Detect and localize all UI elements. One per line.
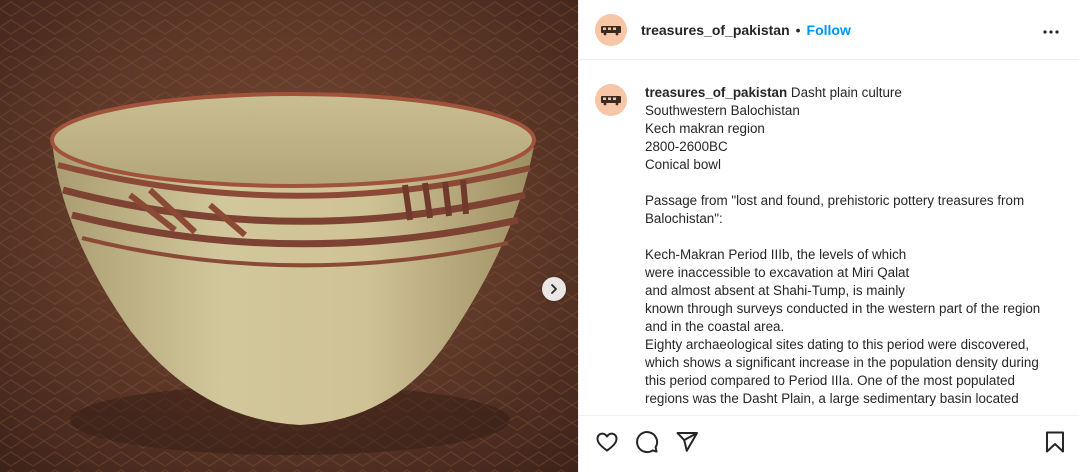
caption-line: and in the coastal area. [645,319,785,334]
caption: treasures_of_pakistan Dasht plain cultur… [595,84,1063,408]
caption-line: Conical bowl [645,157,721,172]
caption-line: and almost absent at Shahi-Tump, is main… [645,283,905,298]
caption-line [645,174,1040,192]
caption-line: Eighty archaeological sites dating to th… [645,337,1030,352]
post-header: treasures_of_pakistan • Follow [579,0,1079,60]
comment-button[interactable] [635,430,659,454]
more-options-icon [1043,29,1059,34]
avatar[interactable] [595,13,627,46]
more-options-button[interactable] [1043,21,1059,39]
caption-text: treasures_of_pakistan Dasht plain cultur… [645,84,1040,408]
post-media[interactable] [0,0,578,472]
post-photo [0,0,578,472]
save-button[interactable] [1043,430,1067,454]
comment-icon [636,431,659,454]
caption-username[interactable]: treasures_of_pakistan [645,85,787,100]
separator-dot: • [795,21,801,38]
share-icon [676,432,698,452]
caption-line: 2800-2600BC [645,139,728,154]
chevron-right-icon [551,284,557,294]
follow-button[interactable]: Follow [807,22,851,38]
action-bar [579,415,1079,472]
next-image-button[interactable] [542,277,566,301]
share-button[interactable] [675,430,699,454]
caption-line: Kech makran region [645,121,765,136]
caption-line: Southwestern Balochistan [645,103,800,118]
bus-logo-icon [601,25,621,35]
caption-line [645,228,1040,246]
caption-body: Southwestern Balochistan Kech makran regi… [645,102,1040,408]
like-button[interactable] [595,430,619,454]
caption-line: were inaccessible to excavation at Miri … [645,265,910,280]
caption-line: Passage from "lost and found, prehistori… [645,193,1025,208]
instagram-post: treasures_of_pakistan • Follow treasures… [0,0,1079,472]
caption-line: this period compared to Period IIIa. One… [645,373,1015,388]
caption-avatar[interactable] [595,84,627,116]
post-sidebar: treasures_of_pakistan • Follow treasures… [578,0,1079,472]
bus-logo-icon [601,96,621,106]
bookmark-icon [1046,431,1064,453]
caption-line: Kech-Makran Period IIIb, the levels of w… [645,247,907,262]
caption-line: known through surveys conducted in the w… [645,301,1041,316]
caption-first-line: treasures_of_pakistan Dasht plain cultur… [645,84,1040,102]
caption-line: regions was the Dasht Plain, a large sed… [645,391,1019,406]
caption-title: Dasht plain culture [790,85,902,100]
caption-line: which shows a significant increase in th… [645,355,1039,370]
heart-icon [596,432,618,452]
header-username[interactable]: treasures_of_pakistan [641,22,790,38]
caption-line: Balochistan": [645,211,723,226]
comments-section[interactable]: treasures_of_pakistan Dasht plain cultur… [579,60,1079,415]
